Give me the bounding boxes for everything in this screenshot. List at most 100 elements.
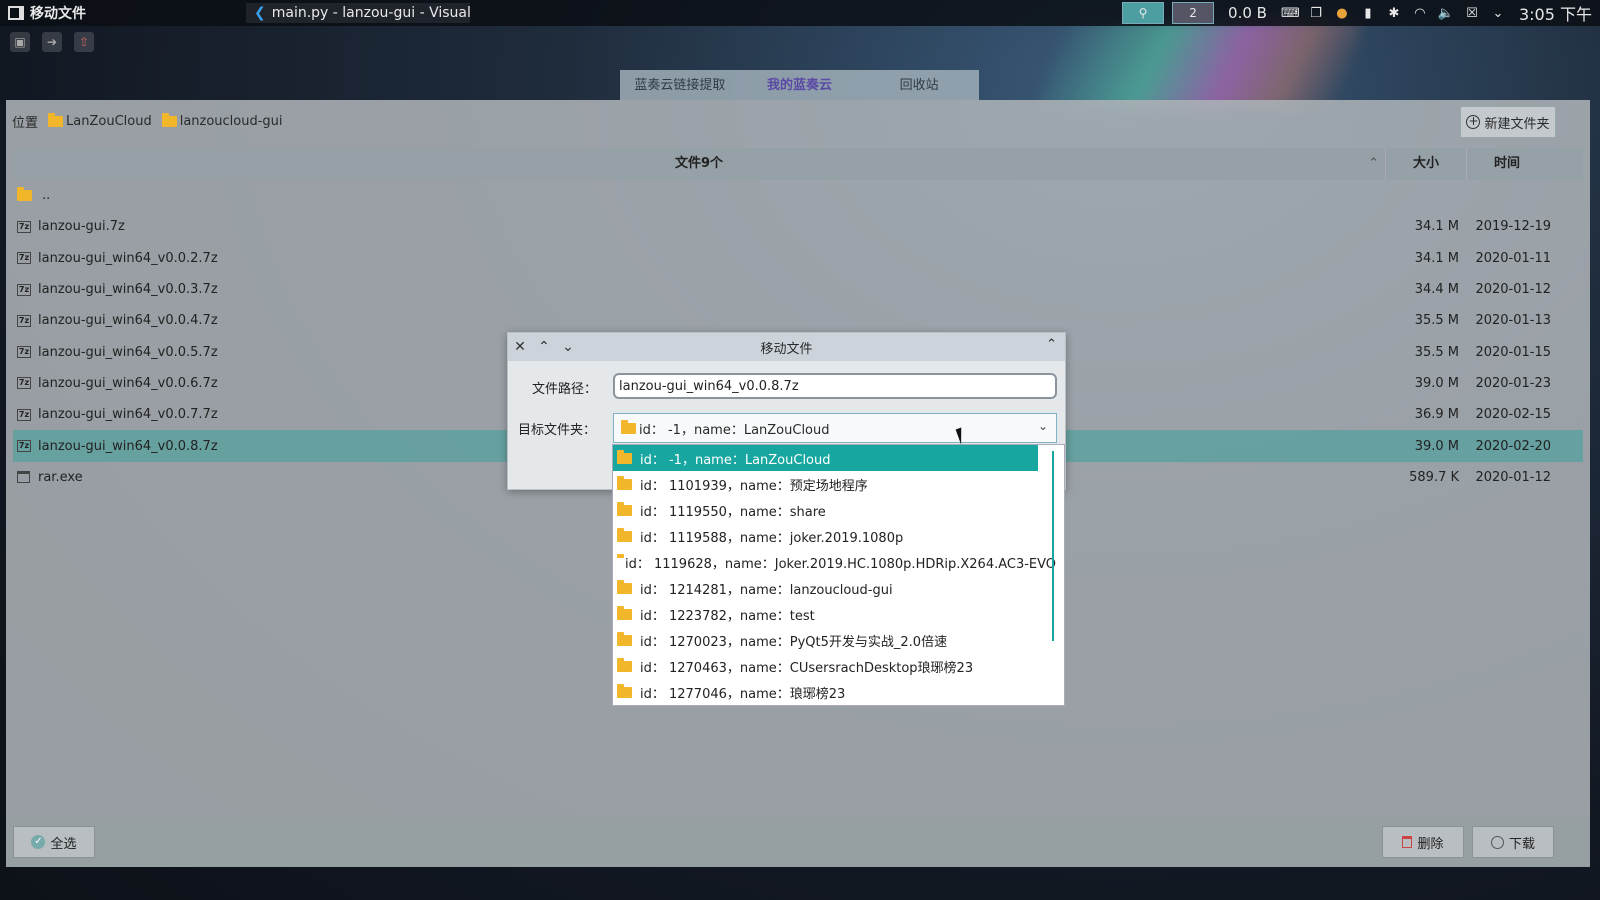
file-name: lanzou-gui_win64_v0.0.4.7z: [38, 313, 218, 329]
upload-icon[interactable]: ⇧: [74, 32, 94, 52]
table-row[interactable]: 7z lanzou-gui_win64_v0.0.2.7z 34.1 M 2020…: [13, 243, 1583, 274]
usb-icon[interactable]: ▮: [1359, 6, 1377, 21]
file-time: 2020-01-13: [1475, 313, 1551, 329]
dropdown-option[interactable]: id： 1119588，name：joker.2019.1080p: [613, 523, 1038, 549]
add-circle-icon: +: [1466, 114, 1481, 129]
download-button[interactable]: 下载: [1472, 826, 1554, 858]
folder-icon: [617, 475, 632, 490]
dropdown-option[interactable]: id： 1277046，name：琅琊榜23: [613, 679, 1038, 705]
file-name: lanzou-gui_win64_v0.0.5.7z: [38, 344, 218, 360]
close-icon[interactable]: ✕: [508, 339, 532, 355]
path-label: 文件路径：: [532, 382, 598, 397]
dropdown-option[interactable]: id： 1223782，name：test: [613, 601, 1038, 627]
workspace-2[interactable]: 2: [1172, 2, 1215, 24]
target-folder-select[interactable]: id： -1，name：LanZouCloud ⌄: [613, 413, 1057, 443]
file-time: 2020-01-23: [1475, 375, 1551, 391]
column-header-name-label: 文件9个: [674, 156, 724, 171]
breadcrumb-item-label: lanzoucloud-gui: [179, 114, 283, 129]
folder-icon: [617, 631, 632, 646]
clock[interactable]: 3:05 下午: [1519, 1, 1592, 25]
file-name: ..: [42, 188, 51, 204]
file-time: 2020-01-11: [1475, 250, 1551, 266]
folder-icon: [617, 683, 632, 698]
keyboard-icon[interactable]: ⌨: [1281, 6, 1300, 21]
dropdown-scrollbar[interactable]: [1052, 451, 1054, 641]
option-label: id： 1270023，name：PyQt5开发与实战_2.0倍速: [640, 634, 948, 650]
updater-icon[interactable]: ●: [1333, 6, 1351, 21]
notifications-icon[interactable]: ☒: [1463, 6, 1481, 21]
file-size: 35.5 M: [1414, 313, 1459, 329]
bluetooth-icon[interactable]: ✱: [1385, 6, 1403, 21]
dropdown-option[interactable]: id： 1101939，name：预定场地程序: [613, 471, 1038, 497]
option-label: id： -1，name：LanZouCloud: [640, 452, 831, 468]
file-time: 2020-02-15: [1475, 407, 1551, 423]
taskbar-item-label: main.py - lanzou-gui - Visual St···: [271, 5, 470, 21]
archive-icon: 7z: [17, 252, 31, 265]
table-row[interactable]: 7z lanzou-gui.7z 34.1 M 2019-12-19: [13, 211, 1583, 242]
option-label: id： 1119588，name：joker.2019.1080p: [640, 530, 904, 546]
wifi-icon[interactable]: ◠: [1411, 6, 1429, 21]
archive-icon: 7z: [17, 283, 31, 296]
breadcrumb-item-root[interactable]: LanZouCloud: [48, 113, 152, 129]
sort-ascending-icon: ⌃: [1368, 156, 1379, 171]
executable-icon: [17, 471, 30, 484]
option-label: id： 1119550，name：share: [640, 504, 826, 520]
desktop-icons: ▣ ➔ ⇧: [10, 32, 94, 52]
table-row[interactable]: ..: [13, 180, 1583, 211]
delete-button[interactable]: 删除: [1382, 826, 1464, 858]
archive-icon: 7z: [17, 440, 31, 453]
app-menu-icon[interactable]: [8, 6, 24, 20]
table-row[interactable]: 7z lanzou-gui_win64_v0.0.3.7z 34.4 M 2020…: [13, 274, 1583, 305]
check-circle-icon: ✓: [31, 835, 46, 849]
vscode-icon: ❮: [254, 5, 266, 21]
file-time: 2019-12-19: [1475, 219, 1551, 235]
chevron-up-icon[interactable]: ⌃: [532, 339, 556, 355]
tab-link-extract[interactable]: 蓝奏云链接提取: [620, 70, 740, 100]
chevron-down-icon[interactable]: ⌄: [556, 339, 580, 355]
dropdown-option[interactable]: id： -1，name：LanZouCloud: [613, 445, 1038, 471]
folder-icon: [617, 527, 632, 542]
file-time: 2020-01-15: [1475, 344, 1551, 360]
folder-icon: [48, 113, 64, 127]
file-name: lanzou-gui_win64_v0.0.2.7z: [38, 250, 218, 266]
file-name: lanzou-gui_win64_v0.0.3.7z: [38, 282, 218, 298]
dropdown-option[interactable]: id： 1119628，name：Joker.2019.HC.1080p.HDR…: [613, 549, 1056, 575]
dialog-titlebar[interactable]: ✕ ⌃ ⌄ 移动文件 ⌃: [508, 333, 1065, 361]
file-path-input[interactable]: [613, 373, 1057, 399]
tab-recycle-bin[interactable]: 回收站: [859, 70, 979, 100]
folder-icon: [17, 187, 32, 202]
archive-icon: 7z: [17, 377, 31, 390]
dropdown-option[interactable]: id： 1270023，name：PyQt5开发与实战_2.0倍速: [613, 627, 1038, 653]
logout-icon[interactable]: ➔: [42, 32, 62, 52]
clipboard-icon[interactable]: ❐: [1307, 6, 1325, 21]
computer-icon[interactable]: ▣: [10, 32, 30, 52]
volume-icon[interactable]: 🔈: [1437, 6, 1455, 21]
dropdown-option[interactable]: id： 1119550，name：share: [613, 497, 1038, 523]
archive-icon: 7z: [17, 408, 31, 421]
workspace-1[interactable]: ⚲: [1122, 2, 1165, 24]
column-header-name[interactable]: 文件9个 ⌃: [13, 148, 1385, 180]
delete-label: 删除: [1417, 836, 1444, 852]
collapse-icon[interactable]: ⌃: [1046, 337, 1057, 352]
column-header-size[interactable]: 大小: [1385, 148, 1466, 180]
table-header: 文件9个 ⌃ 大小 时间: [13, 148, 1583, 180]
dropdown-option[interactable]: id： 1270463，name：CUsersrachDesktop琅琊榜23: [613, 653, 1038, 679]
file-size: 39.0 M: [1414, 438, 1459, 454]
trash-icon: [1402, 836, 1413, 848]
active-app-title: 移动文件: [30, 6, 86, 22]
download-icon: [1490, 835, 1504, 849]
dropdown-option[interactable]: id： 1214281，name：lanzoucloud-gui: [613, 575, 1038, 601]
new-folder-button[interactable]: + 新建文件夹: [1460, 106, 1556, 138]
column-header-time[interactable]: 时间: [1466, 148, 1547, 180]
taskbar-item-vscode[interactable]: ❮ main.py - lanzou-gui - Visual St···: [246, 3, 470, 23]
chevron-down-icon: ⌄: [1037, 419, 1048, 433]
file-size: 589.7 K: [1409, 469, 1459, 485]
wallpaper-aurora: [1035, 20, 1365, 110]
breadcrumb-item-current[interactable]: lanzoucloud-gui: [161, 113, 283, 129]
select-all-button[interactable]: ✓ 全选: [13, 826, 95, 858]
tab-my-lanzou[interactable]: 我的蓝奏云: [740, 70, 860, 100]
file-name: lanzou-gui_win64_v0.0.8.7z: [38, 438, 218, 454]
file-name: lanzou-gui_win64_v0.0.6.7z: [38, 375, 218, 391]
new-folder-label: 新建文件夹: [1484, 116, 1550, 132]
tray-expand-icon[interactable]: ⌄: [1489, 6, 1507, 21]
